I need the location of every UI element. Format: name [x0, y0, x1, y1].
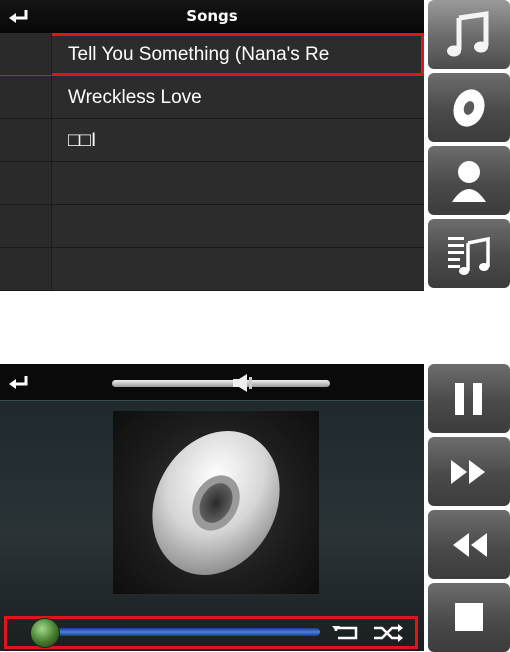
rewind-icon [453, 533, 487, 557]
list-item[interactable]: □□I [0, 119, 424, 162]
playback-bar [4, 616, 418, 649]
song-title: Tell You Something (Nana's Re [68, 44, 330, 65]
pause-button[interactable] [428, 364, 510, 433]
albums-nav-button[interactable] [428, 73, 510, 142]
volume-slider[interactable] [112, 380, 330, 387]
row-number-cell [0, 205, 52, 247]
fast-forward-button[interactable] [428, 437, 510, 506]
row-number-cell [0, 76, 52, 118]
list-item[interactable]: Wreckless Love [0, 76, 424, 119]
playback-controls [428, 364, 510, 652]
song-list: Tell You Something (Nana's Re Wreckless … [0, 33, 424, 291]
pause-icon [455, 383, 482, 415]
songs-nav-button[interactable] [428, 0, 510, 69]
artists-nav-button[interactable] [428, 146, 510, 215]
playlists-nav-button[interactable] [428, 219, 510, 288]
back-arrow-icon[interactable] [6, 372, 32, 394]
album-art [113, 411, 319, 594]
speaker-icon[interactable] [231, 372, 255, 394]
song-title: □□I [68, 130, 97, 151]
list-item[interactable] [0, 162, 424, 205]
music-note-icon [447, 11, 489, 57]
repeat-icon[interactable] [330, 622, 362, 644]
artist-icon [452, 161, 486, 202]
disc-icon [152, 431, 280, 575]
row-number-cell [0, 248, 52, 290]
playlist-icon [448, 236, 490, 275]
stop-icon [455, 603, 483, 631]
list-header: Songs [0, 0, 424, 34]
row-number-cell [0, 119, 52, 161]
fast-forward-icon [451, 460, 485, 484]
seek-knob[interactable] [30, 618, 60, 648]
rewind-button[interactable] [428, 510, 510, 579]
shuffle-icon[interactable] [372, 622, 404, 644]
disc-icon [453, 89, 485, 127]
seek-track[interactable] [34, 628, 320, 636]
page-title: Songs [186, 7, 238, 25]
row-number-cell [0, 33, 52, 75]
stop-button[interactable] [428, 583, 510, 652]
song-list-panel: Songs Tell You Something (Nana's Re Wrec… [0, 0, 424, 291]
list-item[interactable]: Tell You Something (Nana's Re [0, 33, 424, 76]
now-playing-panel [0, 364, 424, 651]
list-item[interactable] [0, 205, 424, 248]
player-header [0, 364, 424, 401]
song-title: Wreckless Love [68, 87, 202, 108]
library-nav [428, 0, 510, 288]
row-number-cell [0, 162, 52, 204]
list-item[interactable] [0, 248, 424, 291]
